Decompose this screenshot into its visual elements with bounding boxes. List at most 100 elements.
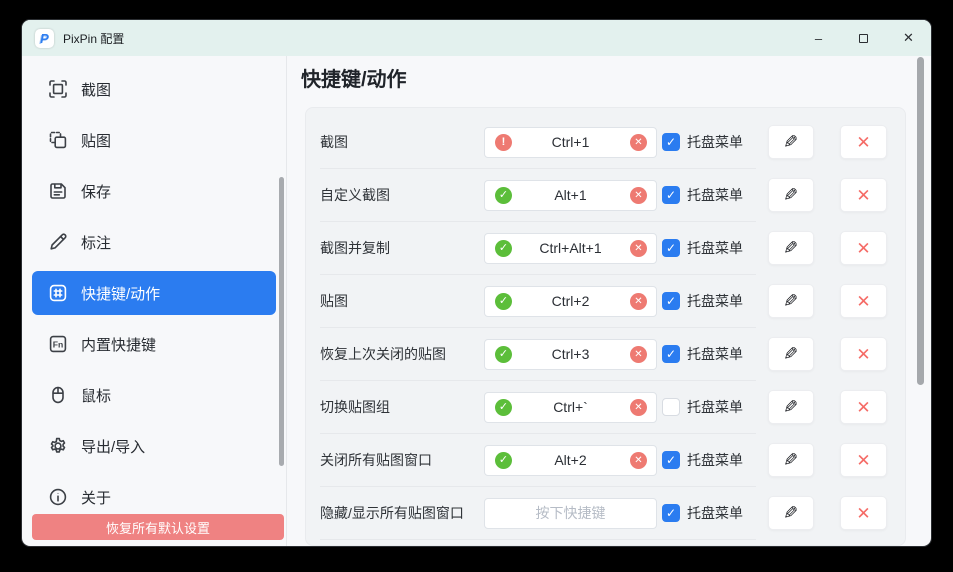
sidebar-scrollbar[interactable] xyxy=(279,177,284,466)
clear-hotkey-icon[interactable]: ✕ xyxy=(630,399,647,416)
minimize-button[interactable]: – xyxy=(796,20,841,56)
pencil-icon: ✎ xyxy=(783,345,798,363)
clear-hotkey-icon[interactable]: ✕ xyxy=(630,346,647,363)
delete-x-icon: ✕ xyxy=(856,134,870,151)
sidebar-item-label: 关于 xyxy=(81,487,111,508)
pixpin-settings-window: P PixPin 配置 – ✕ 截图贴图保存标注快捷键/动作Fn内置快捷键鼠标导… xyxy=(22,20,931,546)
sidebar-item-label: 内置快捷键 xyxy=(81,334,156,355)
tray-menu-label: 托盘菜单 xyxy=(687,169,743,222)
sidebar-item-screenshot[interactable]: 截图 xyxy=(32,67,276,111)
delete-row-button[interactable]: ✕ xyxy=(840,496,887,530)
pencil-icon: ✎ xyxy=(783,239,798,257)
delete-x-icon: ✕ xyxy=(856,399,870,416)
sidebar-item-label: 贴图 xyxy=(81,130,111,151)
hotkey-input[interactable]: ✓Ctrl+3✕ xyxy=(484,339,657,370)
sidebar-item-export-import[interactable]: 导出/导入 xyxy=(32,424,276,468)
hotkey-input[interactable]: ✓Ctrl+`✕ xyxy=(484,392,657,423)
action-label: 恢复上次关闭的贴图 xyxy=(320,328,446,381)
tray-menu-checkbox[interactable]: ✓ xyxy=(662,186,680,204)
clear-hotkey-icon[interactable]: ✕ xyxy=(630,452,647,469)
hotkey-row: 截图并复制✓Ctrl+Alt+1✕✓托盘菜单✎✕ xyxy=(306,222,905,275)
pixpin-logo-icon: P xyxy=(35,29,54,48)
content-scrollbar[interactable] xyxy=(917,57,924,385)
action-label: 关闭所有贴图窗口 xyxy=(320,434,432,487)
clear-hotkey-icon[interactable]: ✕ xyxy=(630,134,647,151)
edit-hotkey-button[interactable]: ✎ xyxy=(768,231,814,265)
hotkey-input[interactable]: ✓Ctrl+Alt+1✕ xyxy=(484,233,657,264)
mouse-icon xyxy=(48,385,68,405)
sidebar-item-pin-image[interactable]: 贴图 xyxy=(32,118,276,162)
delete-row-button[interactable]: ✕ xyxy=(840,178,887,212)
tray-menu-label: 托盘菜单 xyxy=(687,381,743,434)
pencil-icon: ✎ xyxy=(783,504,798,522)
edit-hotkey-button[interactable]: ✎ xyxy=(768,496,814,530)
clear-hotkey-icon[interactable]: ✕ xyxy=(630,240,647,257)
tray-menu-checkbox[interactable]: ✓ xyxy=(662,292,680,310)
delete-x-icon: ✕ xyxy=(856,505,870,522)
close-button[interactable]: ✕ xyxy=(886,20,931,56)
sidebar-item-save[interactable]: 保存 xyxy=(32,169,276,213)
edit-hotkey-button[interactable]: ✎ xyxy=(768,284,814,318)
clear-hotkey-icon[interactable]: ✕ xyxy=(630,187,647,204)
tray-menu-checkbox[interactable]: ✓ xyxy=(662,504,680,522)
fn-key-icon: Fn xyxy=(48,334,68,354)
edit-hotkey-button[interactable]: ✎ xyxy=(768,390,814,424)
titlebar: P PixPin 配置 – ✕ xyxy=(22,20,931,56)
status-error-icon: ! xyxy=(495,134,512,151)
screenshot-icon xyxy=(48,79,68,99)
tray-menu-checkbox[interactable]: ✓ xyxy=(662,133,680,151)
save-icon xyxy=(48,181,68,201)
sidebar-item-hotkeys-actions[interactable]: 快捷键/动作 xyxy=(32,271,276,315)
hotkey-row: 关闭所有贴图窗口 ✓Alt+2✕ ✓ 托盘菜单 ✎ ✕ xyxy=(306,434,905,487)
tray-menu-checkbox[interactable]: ✓ xyxy=(662,451,680,469)
edit-hotkey-button[interactable]: ✎ xyxy=(768,178,814,212)
hotkey-row: 自定义截图✓Alt+1✕✓托盘菜单✎✕ xyxy=(306,169,905,222)
pin-image-icon xyxy=(48,130,68,150)
action-label: 截图 xyxy=(320,116,348,169)
status-ok-icon: ✓ xyxy=(495,346,512,363)
hotkey-input[interactable]: ✓Ctrl+2✕ xyxy=(484,286,657,317)
pencil-icon: ✎ xyxy=(783,186,798,204)
hotkey-input[interactable]: 按下快捷键 xyxy=(484,498,657,529)
tray-menu-label: 托盘菜单 xyxy=(687,487,743,540)
hotkey-input[interactable]: ✓Alt+2✕ xyxy=(484,445,657,476)
sidebar-item-label: 鼠标 xyxy=(81,385,111,406)
delete-row-button[interactable]: ✕ xyxy=(840,443,887,477)
pencil-icon xyxy=(48,232,68,252)
delete-row-button[interactable]: ✕ xyxy=(840,125,887,159)
sidebar-item-label: 截图 xyxy=(81,79,111,100)
edit-hotkey-button[interactable]: ✎ xyxy=(768,337,814,371)
maximize-button[interactable] xyxy=(841,20,886,56)
delete-row-button[interactable]: ✕ xyxy=(840,284,887,318)
action-label: 隐藏/显示所有贴图窗口 xyxy=(320,487,464,540)
delete-x-icon: ✕ xyxy=(856,293,870,310)
action-label: 切换贴图组 xyxy=(320,381,390,434)
maximize-icon xyxy=(859,34,868,43)
hotkey-input[interactable]: !Ctrl+1✕ xyxy=(484,127,657,158)
tray-menu-checkbox[interactable]: ✓ xyxy=(662,345,680,363)
hotkey-row: 切换贴图组 ✓Ctrl+`✕ 托盘菜单 ✎ ✕ xyxy=(306,381,905,434)
sidebar-item-annotate[interactable]: 标注 xyxy=(32,220,276,264)
delete-row-button[interactable]: ✕ xyxy=(840,337,887,371)
sidebar-item-mouse[interactable]: 鼠标 xyxy=(32,373,276,417)
main-content: 快捷键/动作 截图!Ctrl+1✕✓托盘菜单✎✕自定义截图✓Alt+1✕✓托盘菜… xyxy=(288,56,931,546)
hotkey-row: 贴图✓Ctrl+2✕✓托盘菜单✎✕ xyxy=(306,275,905,328)
reset-defaults-button[interactable]: 恢复所有默认设置 xyxy=(32,514,284,540)
tray-menu-label: 托盘菜单 xyxy=(687,328,743,381)
clear-hotkey-icon[interactable]: ✕ xyxy=(630,293,647,310)
sidebar-item-about[interactable]: 关于 xyxy=(32,475,276,519)
pencil-icon: ✎ xyxy=(783,398,798,416)
edit-hotkey-button[interactable]: ✎ xyxy=(768,125,814,159)
delete-row-button[interactable]: ✕ xyxy=(840,390,887,424)
page-title: 快捷键/动作 xyxy=(301,63,407,92)
status-ok-icon: ✓ xyxy=(495,293,512,310)
edit-hotkey-button[interactable]: ✎ xyxy=(768,443,814,477)
delete-row-button[interactable]: ✕ xyxy=(840,231,887,265)
hotkey-input[interactable]: ✓Alt+1✕ xyxy=(484,180,657,211)
tray-menu-checkbox[interactable]: ✓ xyxy=(662,239,680,257)
hotkey-rows-panel: 截图!Ctrl+1✕✓托盘菜单✎✕自定义截图✓Alt+1✕✓托盘菜单✎✕截图并复… xyxy=(305,107,906,546)
tray-menu-label: 托盘菜单 xyxy=(687,434,743,487)
hotkey-row: 截图!Ctrl+1✕✓托盘菜单✎✕ xyxy=(306,116,905,169)
tray-menu-checkbox[interactable] xyxy=(662,398,680,416)
sidebar-item-builtin-hotkeys[interactable]: Fn 内置快捷键 xyxy=(32,322,276,366)
